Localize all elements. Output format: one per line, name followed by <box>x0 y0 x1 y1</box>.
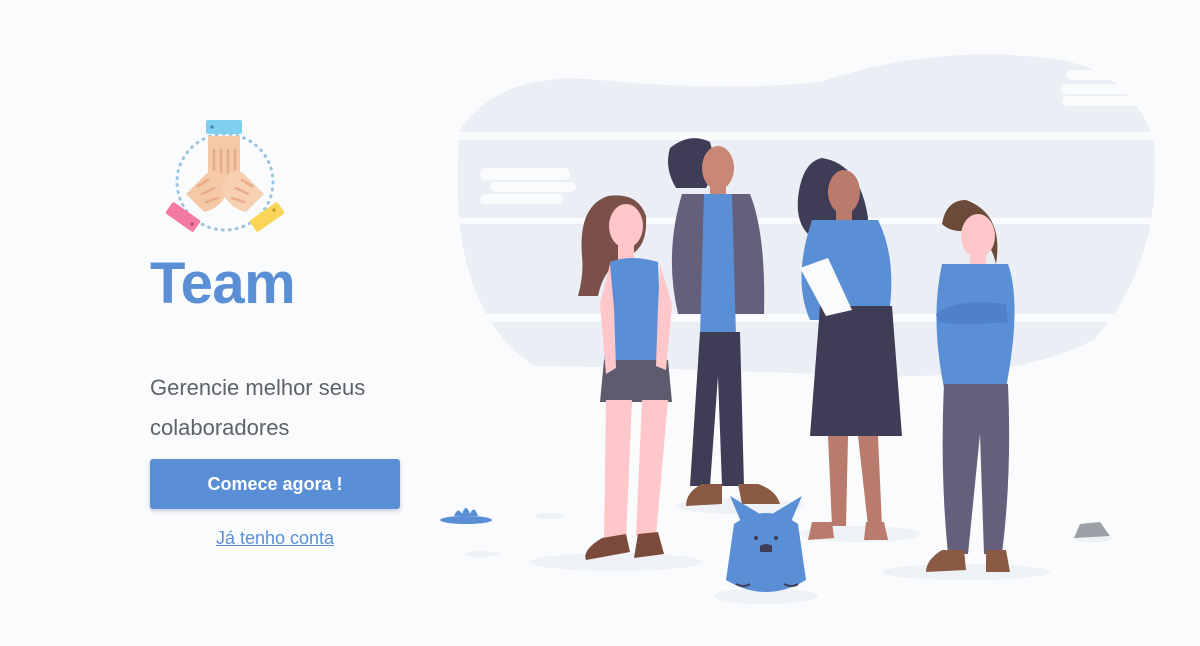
tagline: Gerencie melhor seus colaboradores <box>150 375 366 440</box>
app-title: Team <box>150 251 296 316</box>
team-hands-icon <box>162 116 288 242</box>
login-link[interactable]: Já tenho conta <box>150 528 400 549</box>
landing-page: Team Gerencie melhor seus colaboradores … <box>0 0 1200 646</box>
team-people-illustration <box>420 50 1180 610</box>
start-button[interactable]: Comece agora ! <box>150 459 400 509</box>
